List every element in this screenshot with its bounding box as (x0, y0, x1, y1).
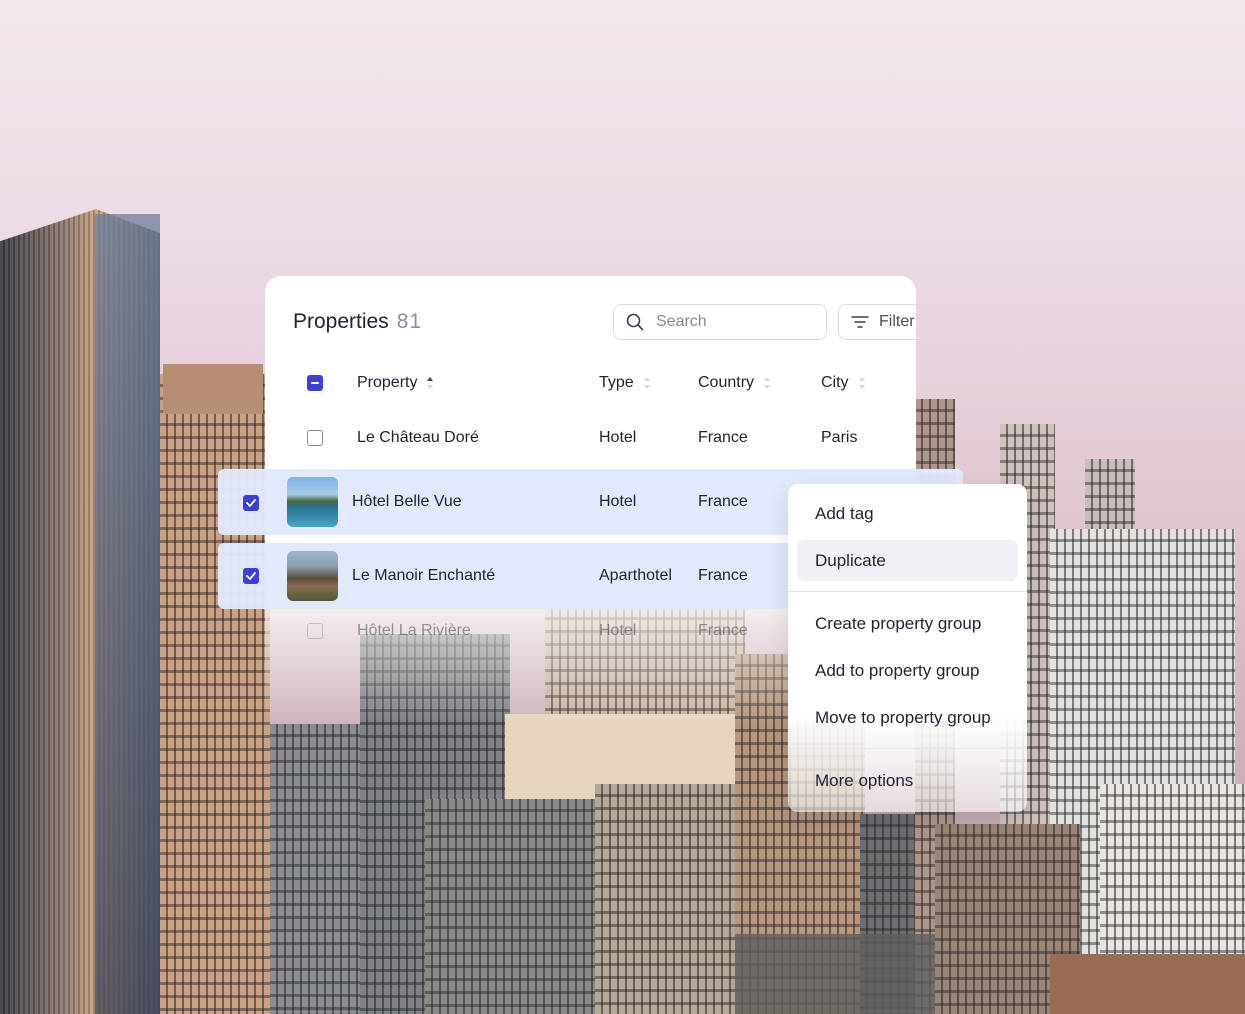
column-header-label: Type (599, 374, 634, 391)
row-checkbox[interactable] (307, 430, 323, 446)
select-all-checkbox[interactable] (307, 370, 323, 396)
filter-icon (851, 316, 869, 328)
checkmark-icon (246, 572, 256, 580)
checkmark-icon (246, 499, 256, 507)
menu-item-create-property-group[interactable]: Create property group (815, 614, 981, 634)
cell-property: Le Manoir Enchanté (352, 567, 496, 584)
menu-item-add-tag[interactable]: Add tag (815, 504, 874, 524)
sort-asc-icon (427, 377, 434, 389)
building-mid-left (270, 724, 360, 1014)
menu-item-duplicate[interactable]: Duplicate (815, 551, 886, 571)
building-center-right (595, 784, 735, 1014)
cell-city: Paris (821, 429, 858, 446)
building-bottom-right (1050, 954, 1245, 1014)
cell-property: Le Château Doré (357, 429, 479, 446)
search-box[interactable] (613, 304, 827, 340)
page-title: Properties 81 (293, 310, 422, 334)
column-header-country[interactable]: Country (698, 370, 771, 396)
street-bottom (735, 934, 935, 1014)
filter-label: Filter (879, 313, 915, 330)
menu-item-more-options[interactable]: More options (815, 771, 913, 791)
cell-type: Hotel (599, 622, 637, 639)
row-checkbox-checked[interactable] (243, 495, 259, 511)
menu-item-move-to-property-group[interactable]: Move to property group (815, 708, 991, 728)
column-header-label: Property (357, 374, 418, 391)
cell-country: France (698, 429, 748, 446)
sort-icon (858, 377, 866, 389)
cell-country: France (698, 567, 748, 584)
row-checkbox-checked[interactable] (243, 568, 259, 584)
menu-item-add-to-property-group[interactable]: Add to property group (815, 661, 979, 681)
property-thumbnail-pool-image (287, 477, 338, 527)
cell-type: Hotel (599, 493, 637, 510)
search-icon (626, 313, 644, 331)
column-header-city[interactable]: City (821, 370, 866, 396)
column-header-type[interactable]: Type (599, 370, 651, 396)
page-title-text: Properties (293, 310, 389, 333)
property-count-badge: 81 (396, 310, 423, 333)
sort-icon (643, 377, 651, 389)
indeterminate-checkbox-icon (307, 375, 323, 391)
cell-country: France (698, 622, 748, 639)
column-header-label: Country (698, 374, 755, 391)
menu-divider (788, 591, 1027, 592)
cell-type: Hotel (599, 429, 637, 446)
cell-country: France (698, 493, 748, 510)
search-input[interactable] (654, 312, 808, 332)
cell-property: Hôtel La Rivière (357, 622, 471, 639)
menu-divider (788, 748, 1027, 749)
cell-property: Hôtel Belle Vue (352, 493, 462, 510)
property-thumbnail-manor-image (287, 551, 338, 601)
tower-tan-cap (163, 364, 263, 414)
column-header-property[interactable]: Property (357, 370, 434, 396)
filter-button[interactable]: Filter (838, 304, 916, 340)
column-header-label: City (821, 374, 849, 391)
tower-left-side (95, 214, 160, 1014)
cell-type: Aparthotel (599, 567, 672, 584)
context-menu: Add tag Duplicate Create property group … (788, 484, 1027, 812)
sort-icon (764, 377, 771, 389)
building-center-front (425, 799, 605, 1014)
row-checkbox[interactable] (307, 623, 323, 639)
